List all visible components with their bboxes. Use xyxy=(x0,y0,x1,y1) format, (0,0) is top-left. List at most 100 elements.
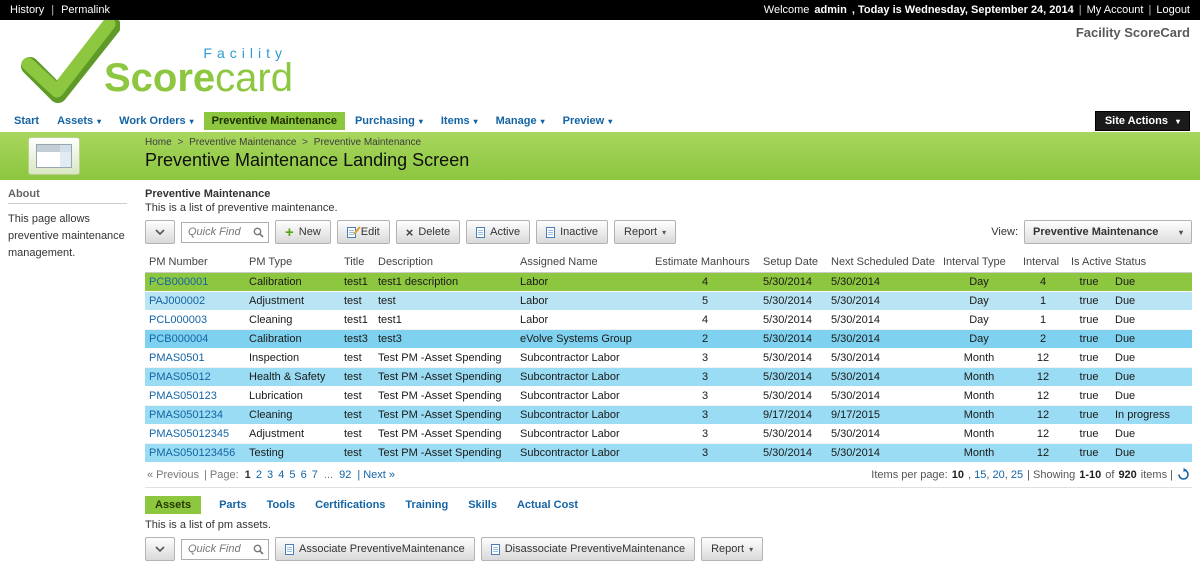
disassociate-button[interactable]: Disassociate PreventiveMaintenance xyxy=(481,537,695,561)
page-link-last[interactable]: 92 xyxy=(339,469,351,481)
prev-page-button[interactable]: « Previous xyxy=(147,469,199,481)
column-header-description[interactable]: Description xyxy=(374,252,516,273)
table-cell-estimate-manhours: 3 xyxy=(651,406,759,425)
logo[interactable]: Facility Scorecard xyxy=(20,20,293,106)
column-header-title[interactable]: Title xyxy=(340,252,374,273)
table-row[interactable]: PMAS0501234CleaningtestTest PM -Asset Sp… xyxy=(145,406,1192,425)
pm-number-link[interactable]: PMAS050123 xyxy=(149,390,217,402)
per-page-option-25[interactable]: 25 xyxy=(1011,469,1023,481)
delete-button[interactable]: × Delete xyxy=(396,220,460,244)
search-icon[interactable] xyxy=(253,544,264,555)
per-page-option-15[interactable]: 15 xyxy=(974,469,986,481)
refresh-icon[interactable] xyxy=(1177,468,1190,481)
page-link-4[interactable]: 4 xyxy=(278,469,284,481)
column-header-estimate-manhours[interactable]: Estimate Manhours xyxy=(651,252,759,273)
nav-item-preview[interactable]: Preview▾ xyxy=(555,112,621,130)
site-actions-button[interactable]: Site Actions ▾ xyxy=(1095,111,1190,131)
tab-parts[interactable]: Parts xyxy=(217,496,249,514)
edit-button[interactable]: Edit xyxy=(337,220,390,244)
pm-number-link[interactable]: PMAS0501234 xyxy=(149,409,223,421)
nav-item-start[interactable]: Start xyxy=(6,112,47,130)
page-link-5[interactable]: 5 xyxy=(289,469,295,481)
page-link-6[interactable]: 6 xyxy=(301,469,307,481)
nav-item-work-orders[interactable]: Work Orders▾ xyxy=(111,112,201,130)
next-page-button[interactable]: | Next » xyxy=(357,469,395,481)
pm-number-link[interactable]: PCB000004 xyxy=(149,333,208,345)
tab-skills[interactable]: Skills xyxy=(466,496,499,514)
inactive-button[interactable]: Inactive xyxy=(536,220,608,244)
nav-item-purchasing[interactable]: Purchasing▾ xyxy=(347,112,431,130)
page-link-1[interactable]: 1 xyxy=(245,469,251,481)
per-page-option-20[interactable]: 20 xyxy=(992,469,1004,481)
column-header-pm-type[interactable]: PM Type xyxy=(245,252,340,273)
filter-dropdown-button[interactable] xyxy=(145,220,175,244)
table-row[interactable]: PAJ000002AdjustmenttesttestLabor55/30/20… xyxy=(145,292,1192,311)
table-row[interactable]: PCB000001Calibrationtest1test1 descripti… xyxy=(145,273,1192,292)
breadcrumb-home[interactable]: Home xyxy=(145,137,172,148)
table-row[interactable]: PMAS05012345AdjustmenttestTest PM -Asset… xyxy=(145,425,1192,444)
page-link-7[interactable]: 7 xyxy=(312,469,318,481)
tab-training[interactable]: Training xyxy=(403,496,450,514)
page-link-3[interactable]: 3 xyxy=(267,469,273,481)
nav-item-preventive-maintenance[interactable]: Preventive Maintenance xyxy=(204,112,345,130)
table-row[interactable]: PMAS050123LubricationtestTest PM -Asset … xyxy=(145,387,1192,406)
view-select[interactable]: Preventive Maintenance ▾ xyxy=(1024,220,1192,244)
table-cell-next-scheduled-date: 5/30/2014 xyxy=(827,273,939,292)
table-row[interactable]: PCB000004Calibrationtest3test3eVolve Sys… xyxy=(145,330,1192,349)
column-header-next-scheduled-date[interactable]: Next Scheduled Date xyxy=(827,252,939,273)
history-link[interactable]: History xyxy=(10,4,44,16)
column-header-interval-type[interactable]: Interval Type xyxy=(939,252,1019,273)
new-button[interactable]: + New xyxy=(275,220,331,244)
column-header-interval[interactable]: Interval xyxy=(1019,252,1067,273)
assets-filter-dropdown-button[interactable] xyxy=(145,537,175,561)
pm-table: PM NumberPM TypeTitleDescriptionAssigned… xyxy=(145,252,1192,463)
permalink-link[interactable]: Permalink xyxy=(61,4,110,16)
assets-report-button[interactable]: Report ▾ xyxy=(701,537,763,561)
tab-tools[interactable]: Tools xyxy=(265,496,298,514)
my-account-link[interactable]: My Account xyxy=(1087,4,1144,16)
pm-number-link[interactable]: PMAS0501 xyxy=(149,352,205,364)
column-header-setup-date[interactable]: Setup Date xyxy=(759,252,827,273)
tab-certifications[interactable]: Certifications xyxy=(313,496,387,514)
pm-number-link[interactable]: PMAS05012345 xyxy=(149,428,229,440)
table-cell-setup-date: 5/30/2014 xyxy=(759,368,827,387)
items-per-page-current[interactable]: 10 xyxy=(952,469,964,481)
pm-number-link[interactable]: PCL000003 xyxy=(149,314,207,326)
page-title: Preventive Maintenance Landing Screen xyxy=(145,150,1200,171)
table-row[interactable]: PMAS05012Health & SafetytestTest PM -Ass… xyxy=(145,368,1192,387)
column-header-is-active[interactable]: Is Active xyxy=(1067,252,1111,273)
table-row[interactable]: PMAS0501InspectiontestTest PM -Asset Spe… xyxy=(145,349,1192,368)
nav-item-items[interactable]: Items▾ xyxy=(433,112,486,130)
table-cell-setup-date: 5/30/2014 xyxy=(759,387,827,406)
pm-number-link[interactable]: PMAS050123456 xyxy=(149,447,235,459)
column-header-assigned-name[interactable]: Assigned Name xyxy=(516,252,651,273)
table-cell-setup-date: 5/30/2014 xyxy=(759,273,827,292)
table-cell-interval: 1 xyxy=(1019,311,1067,330)
pm-number-link[interactable]: PMAS05012 xyxy=(149,371,211,383)
table-cell-interval: 2 xyxy=(1019,330,1067,349)
page-link-2[interactable]: 2 xyxy=(256,469,262,481)
pm-number-link[interactable]: PAJ000002 xyxy=(149,295,205,307)
table-cell-interval-type: Month xyxy=(939,425,1019,444)
tab-assets[interactable]: Assets xyxy=(145,496,201,514)
sidebar: About This page allows preventive mainte… xyxy=(0,180,137,262)
plus-icon: + xyxy=(285,225,294,240)
table-row[interactable]: PMAS050123456TestingtestTest PM -Asset S… xyxy=(145,444,1192,463)
nav-item-manage[interactable]: Manage▾ xyxy=(488,112,553,130)
tab-actual-cost[interactable]: Actual Cost xyxy=(515,496,580,514)
column-header-status[interactable]: Status xyxy=(1111,252,1192,273)
active-button[interactable]: Active xyxy=(466,220,530,244)
column-header-pm-number[interactable]: PM Number xyxy=(145,252,245,273)
table-cell-title: test xyxy=(340,292,374,311)
chevron-down-icon: ▾ xyxy=(662,228,666,237)
report-button[interactable]: Report ▾ xyxy=(614,220,676,244)
nav-item-assets[interactable]: Assets▾ xyxy=(49,112,109,130)
table-cell-status: Due xyxy=(1111,273,1192,292)
logout-link[interactable]: Logout xyxy=(1156,4,1190,16)
pm-number-link[interactable]: PCB000001 xyxy=(149,276,208,288)
table-row[interactable]: PCL000003Cleaningtest1test1Labor45/30/20… xyxy=(145,311,1192,330)
table-cell-setup-date: 5/30/2014 xyxy=(759,425,827,444)
breadcrumb-preventive-maintenance[interactable]: Preventive Maintenance xyxy=(189,137,296,148)
associate-button[interactable]: Associate PreventiveMaintenance xyxy=(275,537,475,561)
search-icon[interactable] xyxy=(253,227,264,238)
